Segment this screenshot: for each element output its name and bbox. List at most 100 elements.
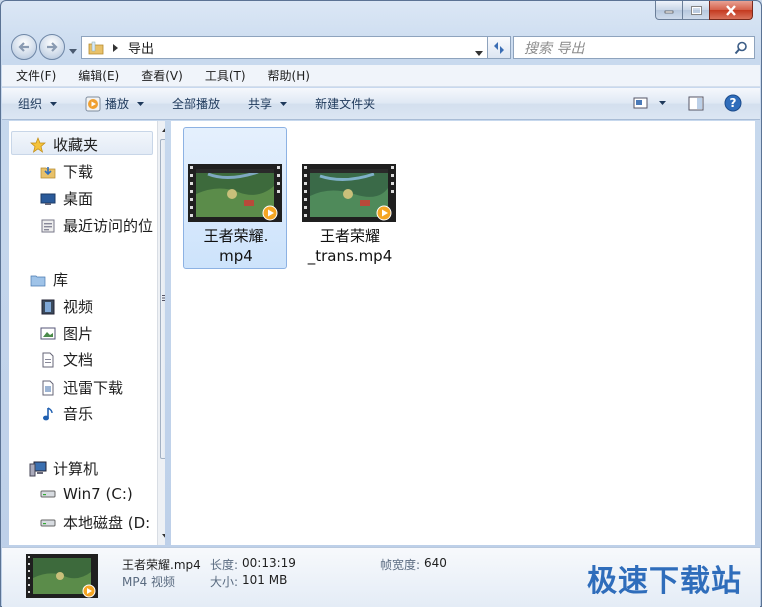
play-label: 播放 [105,97,130,111]
chevron-down-icon [137,101,145,106]
xunlei-folder-icon [42,380,54,395]
share-label: 共享 [248,97,273,111]
documents-library-icon [42,352,54,367]
hard-drive-icon [40,490,56,498]
star-icon [30,136,46,153]
address-history-dropdown[interactable] [475,45,483,59]
breadcrumb-current-folder[interactable]: 导出 [128,38,154,57]
details-size-value: 101 MB [242,573,288,587]
grip-icon [162,295,165,301]
selected-video-thumbnail-icon [26,554,98,598]
address-bar[interactable]: 导出 [81,36,488,59]
arrow-left-icon [18,42,29,52]
nav-desktop[interactable]: 桌面 [39,188,93,209]
recent-pages-dropdown[interactable] [69,43,77,57]
video-thumbnail-icon [188,164,282,222]
nav-drive-c-label: Win7 (C:) [63,485,133,503]
nav-pictures[interactable]: 图片 [39,323,93,344]
menu-tools[interactable]: 工具(T) [201,65,250,86]
menu-help[interactable]: 帮助(H) [264,65,314,86]
back-button[interactable] [11,34,37,60]
breadcrumb-chevron-icon [113,43,118,52]
desktop-icon [40,193,56,205]
music-note-icon [43,406,53,420]
maximize-icon [690,5,702,15]
play-button[interactable]: 播放 [85,95,145,112]
file-name-line2: mp4 [219,247,253,265]
scroll-down-icon[interactable] [159,529,165,543]
share-button[interactable]: 共享 [248,95,288,112]
organize-button[interactable]: 组织 [18,95,58,112]
computer-icon [29,461,47,476]
command-bar: 组织 播放 全部播放 共享 新建文件夹 ? [2,88,760,120]
nav-scrollbar-thumb[interactable] [160,139,165,459]
view-options-icon[interactable] [633,96,649,110]
download-folder-icon [40,166,56,178]
scroll-up-icon[interactable] [159,123,165,137]
nav-desktop-label: 桌面 [63,190,94,208]
pictures-library-icon [40,327,56,339]
menu-edit[interactable]: 编辑(E) [74,65,123,86]
nav-favorites[interactable]: 收藏夹 [29,134,98,155]
chevron-down-icon[interactable] [659,101,666,105]
nav-downloads-label: 下载 [63,163,94,181]
file-item[interactable]: 王者荣耀 _trans.mp4 [297,127,401,269]
caption-buttons [655,1,753,20]
help-icon[interactable]: ? [724,94,742,112]
menu-view[interactable]: 查看(V) [137,65,187,86]
organize-label: 组织 [18,97,43,111]
nav-favorites-label: 收藏夹 [53,136,99,154]
details-file-name: 王者荣耀.mp4 [122,558,201,572]
details-duration-label: 长度: [210,558,239,572]
details-pane: 王者荣耀.mp4 MP4 视频 长度: 00:13:19 大小: 101 MB … [2,547,760,607]
menu-file[interactable]: 文件(F) [12,65,60,86]
search-input[interactable]: 搜索 导出 [513,36,755,59]
details-duration-value: 00:13:19 [242,556,296,570]
nav-drive-c[interactable]: Win7 (C:) [39,485,133,503]
nav-documents[interactable]: 文档 [39,349,93,370]
file-name-line1: 王者荣耀. [203,227,269,245]
nav-recent-label: 最近访问的位 [63,217,154,235]
forward-button[interactable] [39,34,65,60]
library-icon [30,275,46,286]
nav-drive-d[interactable]: 本地磁盘 (D: [39,512,150,533]
nav-recent-places[interactable]: 最近访问的位 [39,215,153,236]
watermark-text: 极速下载站 [587,564,742,599]
nav-xunlei-downloads[interactable]: 迅雷下载 [39,377,123,398]
file-name: 王者荣耀 _trans.mp4 [298,226,402,266]
file-item[interactable]: 王者荣耀. mp4 [183,127,287,269]
search-placeholder: 搜索 导出 [524,40,585,57]
file-view: 王者荣耀. mp4 王者荣耀 _trans.mp4 [171,121,755,545]
nav-scrollbar[interactable] [157,121,165,545]
new-folder-label: 新建文件夹 [315,97,376,111]
close-button[interactable] [709,1,753,20]
play-all-button[interactable]: 全部播放 [172,95,220,112]
details-file-type: MP4 视频 [122,575,176,589]
chevron-down-icon [475,51,483,56]
close-icon [726,4,736,16]
refresh-button[interactable] [487,36,511,59]
details-size-label: 大小: [210,575,239,589]
refresh-icon [494,41,504,54]
nav-documents-label: 文档 [63,351,94,369]
minimize-button[interactable] [655,1,683,20]
file-name: 王者荣耀. mp4 [184,226,288,266]
maximize-button[interactable] [683,1,709,20]
nav-drive-d-label: 本地磁盘 (D: [63,514,151,532]
folder-icon [88,41,104,54]
nav-music[interactable]: 音乐 [39,403,93,424]
nav-libraries[interactable]: 库 [29,269,68,290]
nav-downloads[interactable]: 下载 [39,161,93,182]
nav-computer[interactable]: 计算机 [29,458,98,479]
menu-bar: 文件(F) 编辑(E) 查看(V) 工具(T) 帮助(H) [2,65,760,87]
address-row: 导出 搜索 导出 [9,33,755,61]
hard-drive-icon [40,519,56,526]
preview-pane-icon[interactable] [688,96,704,111]
minimize-icon [664,10,674,14]
view-controls: ? [633,94,742,112]
nav-libraries-label: 库 [53,271,69,289]
recent-places-icon [41,219,55,232]
navigation-pane: 收藏夹 下载 桌面 最近访问的位 库 视频 图片 文档 迅雷下载 音乐 计算机 … [9,121,165,545]
new-folder-button[interactable]: 新建文件夹 [315,95,375,112]
nav-videos[interactable]: 视频 [39,296,93,317]
